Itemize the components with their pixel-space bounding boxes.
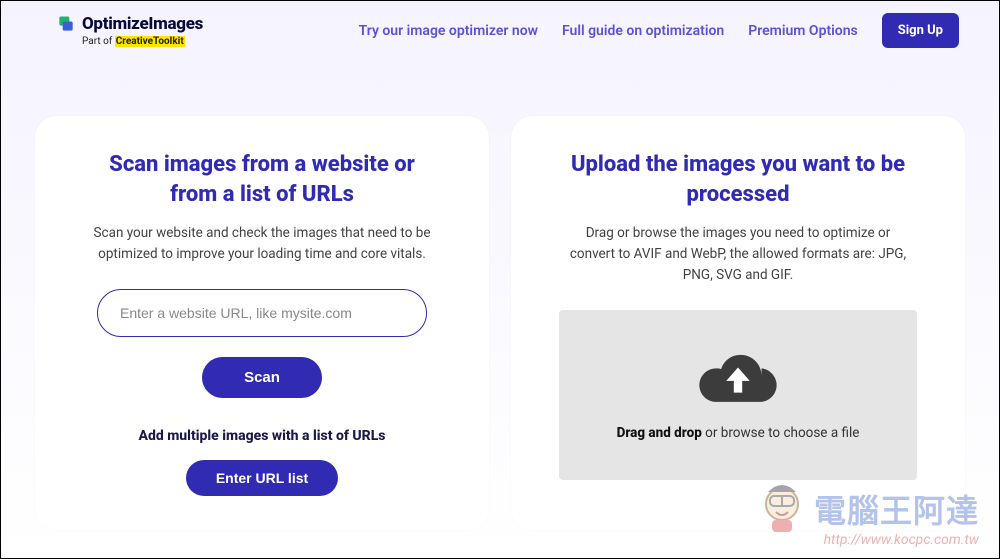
logo-icon bbox=[56, 14, 76, 34]
brand-tagline: Part of CreativeToolkit bbox=[82, 36, 203, 47]
nav-link-premium[interactable]: Premium Options bbox=[748, 23, 857, 39]
upload-card: Upload the images you want to be process… bbox=[511, 116, 965, 530]
cloud-upload-icon bbox=[696, 349, 780, 411]
header: OptimizeImages Part of CreativeToolkit T… bbox=[1, 1, 999, 56]
scan-title: Scan images from a website or from a lis… bbox=[83, 150, 441, 209]
multi-url-subhead: Add multiple images with a list of URLs bbox=[83, 428, 441, 444]
enter-url-list-button[interactable]: Enter URL list bbox=[186, 460, 338, 496]
cards-row: Scan images from a website or from a lis… bbox=[1, 56, 999, 530]
scan-button[interactable]: Scan bbox=[202, 357, 322, 398]
brand-name: OptimizeImages bbox=[82, 14, 203, 34]
scan-desc: Scan your website and check the images t… bbox=[92, 223, 432, 265]
dropzone-text: Drag and drop or browse to choose a file bbox=[617, 425, 860, 441]
brand: OptimizeImages Part of CreativeToolkit bbox=[56, 14, 203, 47]
scan-card: Scan images from a website or from a lis… bbox=[35, 116, 489, 530]
nav: Try our image optimizer now Full guide o… bbox=[359, 13, 959, 48]
upload-title: Upload the images you want to be process… bbox=[559, 150, 917, 209]
dropzone[interactable]: Drag and drop or browse to choose a file bbox=[559, 310, 917, 480]
url-input[interactable] bbox=[97, 289, 427, 337]
watermark-url: http://www.kocpc.com.tw bbox=[758, 532, 979, 548]
nav-link-optimizer[interactable]: Try our image optimizer now bbox=[359, 23, 538, 39]
upload-desc: Drag or browse the images you need to op… bbox=[568, 223, 908, 286]
signup-button[interactable]: Sign Up bbox=[882, 13, 959, 48]
nav-link-guide[interactable]: Full guide on optimization bbox=[562, 23, 724, 39]
